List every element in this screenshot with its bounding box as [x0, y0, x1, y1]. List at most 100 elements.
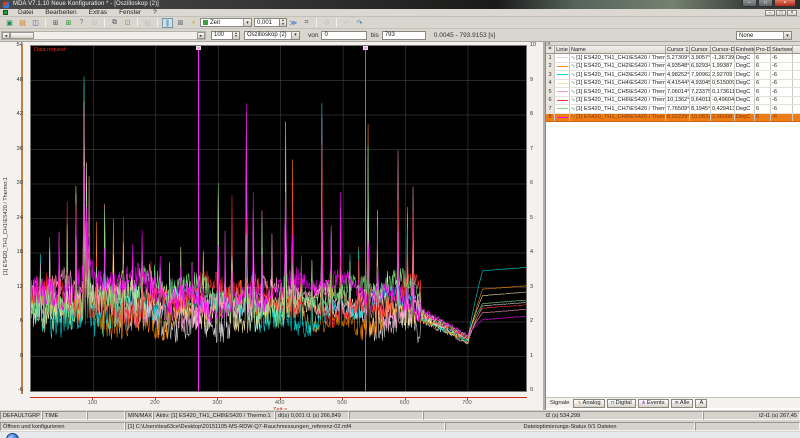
time-mode-icon [203, 20, 208, 25]
grid-icon[interactable]: ⌗ [301, 18, 312, 28]
header-einheiten[interactable]: Einheiten [735, 46, 755, 53]
cursor-2[interactable] [365, 46, 366, 391]
header-cursor-diff[interactable]: Cursor-Diff. [711, 46, 735, 53]
open-config-icon[interactable]: ▤ [17, 18, 28, 28]
zoom-stepper[interactable]: ▲▼ [233, 31, 240, 40]
x-tick: 100 [82, 400, 102, 406]
cursor-1[interactable] [198, 46, 199, 391]
signal-name: ∿[1] ES420_TH1_CH3\ES420 / Thermo:1 [570, 71, 666, 79]
line-color-sample [555, 80, 570, 88]
von-input[interactable]: 0 [321, 31, 367, 40]
tab-alle[interactable]: ≣Alle [671, 399, 694, 408]
table-row[interactable]: 6∿[1] ES420_TH1_CH6\ES420 / Thermo:110,1… [546, 97, 800, 106]
close-button[interactable]: × [774, 0, 796, 7]
header-cursor2[interactable]: Cursor 2 [690, 46, 711, 53]
start-value: -6 [771, 71, 793, 79]
per-div-value: 6 [755, 71, 771, 79]
row-number: 7 [546, 105, 555, 113]
zoom-percent-field[interactable]: 100 [211, 31, 233, 40]
cursor-2-handle[interactable] [363, 46, 368, 50]
mdi-restore-button[interactable]: □ [776, 10, 786, 16]
table-row[interactable]: 1∿[1] ES420_TH1_CH1\ES420 / Thermo:15,27… [546, 54, 800, 63]
empty-cell [695, 422, 800, 431]
scroll-right-icon[interactable]: ► [197, 32, 205, 39]
minimize-button[interactable]: – [742, 0, 757, 7]
header-cursor1[interactable]: Cursor 1 [666, 46, 690, 53]
y-left-tick: 48 [7, 77, 23, 83]
mdi-close-button[interactable]: × [787, 10, 797, 16]
header-linie[interactable]: Linie [555, 46, 570, 53]
header-pro-div[interactable]: Pro-Div [755, 46, 771, 53]
window-config-icon[interactable]: ? [76, 18, 87, 28]
tab-a[interactable]: A [695, 399, 707, 408]
flash-icon[interactable]: ⚡ [188, 18, 199, 28]
view-select[interactable]: Oszilloskop (2) ▾ [244, 31, 300, 40]
monitor-icon[interactable]: ⊡ [122, 18, 133, 28]
y-left-tick: 24 [7, 215, 23, 221]
new-config-icon: ▣ [6, 19, 13, 27]
increment-field[interactable]: 0,001 [254, 18, 280, 27]
y-left-tick: 30 [7, 180, 23, 186]
maximize-button[interactable]: □ [758, 0, 773, 7]
cursor1-value: 7,06014° [666, 88, 690, 96]
table-row[interactable]: 5∿[1] ES420_TH1_CH5\ES420 / Thermo:17,06… [546, 88, 800, 97]
unit-value: DegC [735, 97, 755, 105]
table-row[interactable]: 3∿[1] ES420_TH1_CH3\ES420 / Thermo:14,98… [546, 71, 800, 80]
oscilloscope-plot[interactable]: Data request [30, 45, 527, 392]
tab-events[interactable]: ⋔Events [638, 399, 669, 408]
redo-icon[interactable]: ↷ [354, 18, 365, 28]
y-right-tick: 2 [530, 318, 542, 324]
tab-signale[interactable]: Signale [550, 400, 569, 406]
menu-fenster[interactable]: Fenster [113, 9, 147, 16]
new-window-icon[interactable]: ⊞ [50, 18, 61, 28]
bis-input[interactable]: 793 [382, 31, 426, 40]
windows-start-orb[interactable] [6, 433, 19, 438]
undo-icon[interactable]: ↶ [341, 18, 352, 28]
table-row[interactable]: 7∿[1] ES420_TH1_CH7\ES420 / Thermo:17,76… [546, 105, 800, 114]
mdi-minimize-button[interactable]: – [765, 10, 775, 16]
y-left-tick: 6 [7, 318, 23, 324]
x-tick-mark [155, 398, 156, 400]
time-range-text: 0.0045 - 793.9153 [s] [434, 32, 495, 39]
pan-icon[interactable]: ↺ [321, 18, 332, 28]
save-config-icon[interactable]: ◫ [30, 18, 41, 28]
scroll-left-icon[interactable]: ◄ [546, 42, 551, 45]
scrollbar-thumb[interactable] [10, 32, 34, 39]
cursor-mode-icon[interactable]: ∥ [162, 18, 173, 28]
new-config-icon[interactable]: ▣ [4, 18, 15, 28]
analog-signal-icon: ∿ [571, 97, 575, 103]
tab-analog[interactable]: ∿Analog [573, 399, 604, 408]
menu-extras[interactable]: Extras [83, 9, 113, 16]
time-mode-select[interactable]: Zeit ▾ [200, 18, 252, 27]
y-right-tick: 10 [530, 42, 542, 48]
zoom-mode-icon: ⊠ [178, 19, 184, 27]
scroll-left-icon[interactable]: ◄ [2, 32, 10, 39]
filter-select[interactable]: None ▾ [736, 31, 792, 40]
row-number: 3 [546, 71, 555, 79]
window-close-icon[interactable]: ⊟ [89, 18, 100, 28]
menu-datei[interactable]: Datei [12, 9, 39, 16]
table-row[interactable]: 4∿[1] ES420_TH1_CH4\ES420 / Thermo:14,41… [546, 80, 800, 89]
status-message: Öffnen und konfigurieren [0, 422, 125, 431]
add-window-icon[interactable]: ⊞ [63, 18, 74, 28]
table-row[interactable]: 8∿[1] ES420_TH1_CH8\ES420 / Thermo:18,02… [546, 114, 800, 123]
time-scrollbar[interactable]: ◄ ► [1, 31, 206, 40]
tab-digital[interactable]: ⊓Digital [607, 399, 636, 408]
menu-bearbeiten[interactable]: Bearbeiten [39, 9, 82, 16]
sync-icon[interactable]: ≫ [288, 18, 299, 28]
cursor-1-handle[interactable] [196, 46, 201, 50]
cursor1-value: 7,76509° [666, 105, 690, 113]
menu-help[interactable]: ? [147, 9, 163, 16]
header-startwert[interactable]: Startwert [771, 46, 793, 53]
print-icon[interactable]: ▤ [142, 18, 153, 28]
open-config-icon: ▤ [19, 19, 26, 27]
x-tick: 200 [145, 400, 165, 406]
layer-windows-icon[interactable]: ⧉ [109, 18, 120, 28]
increment-stepper[interactable]: ▲▼ [280, 18, 287, 27]
zoom-mode-icon[interactable]: ⊠ [175, 18, 186, 28]
header-name[interactable]: Name [570, 46, 666, 53]
signal-table-panel: ◄ ⌗ Linie Name Cursor 1 Cursor 2 Cursor-… [545, 42, 800, 410]
table-row[interactable]: 2∿[1] ES420_TH1_CH2\ES420 / Thermo:14,93… [546, 63, 800, 72]
y-left-tick: -6 [7, 387, 23, 393]
data-request-message: Data request [34, 47, 66, 53]
